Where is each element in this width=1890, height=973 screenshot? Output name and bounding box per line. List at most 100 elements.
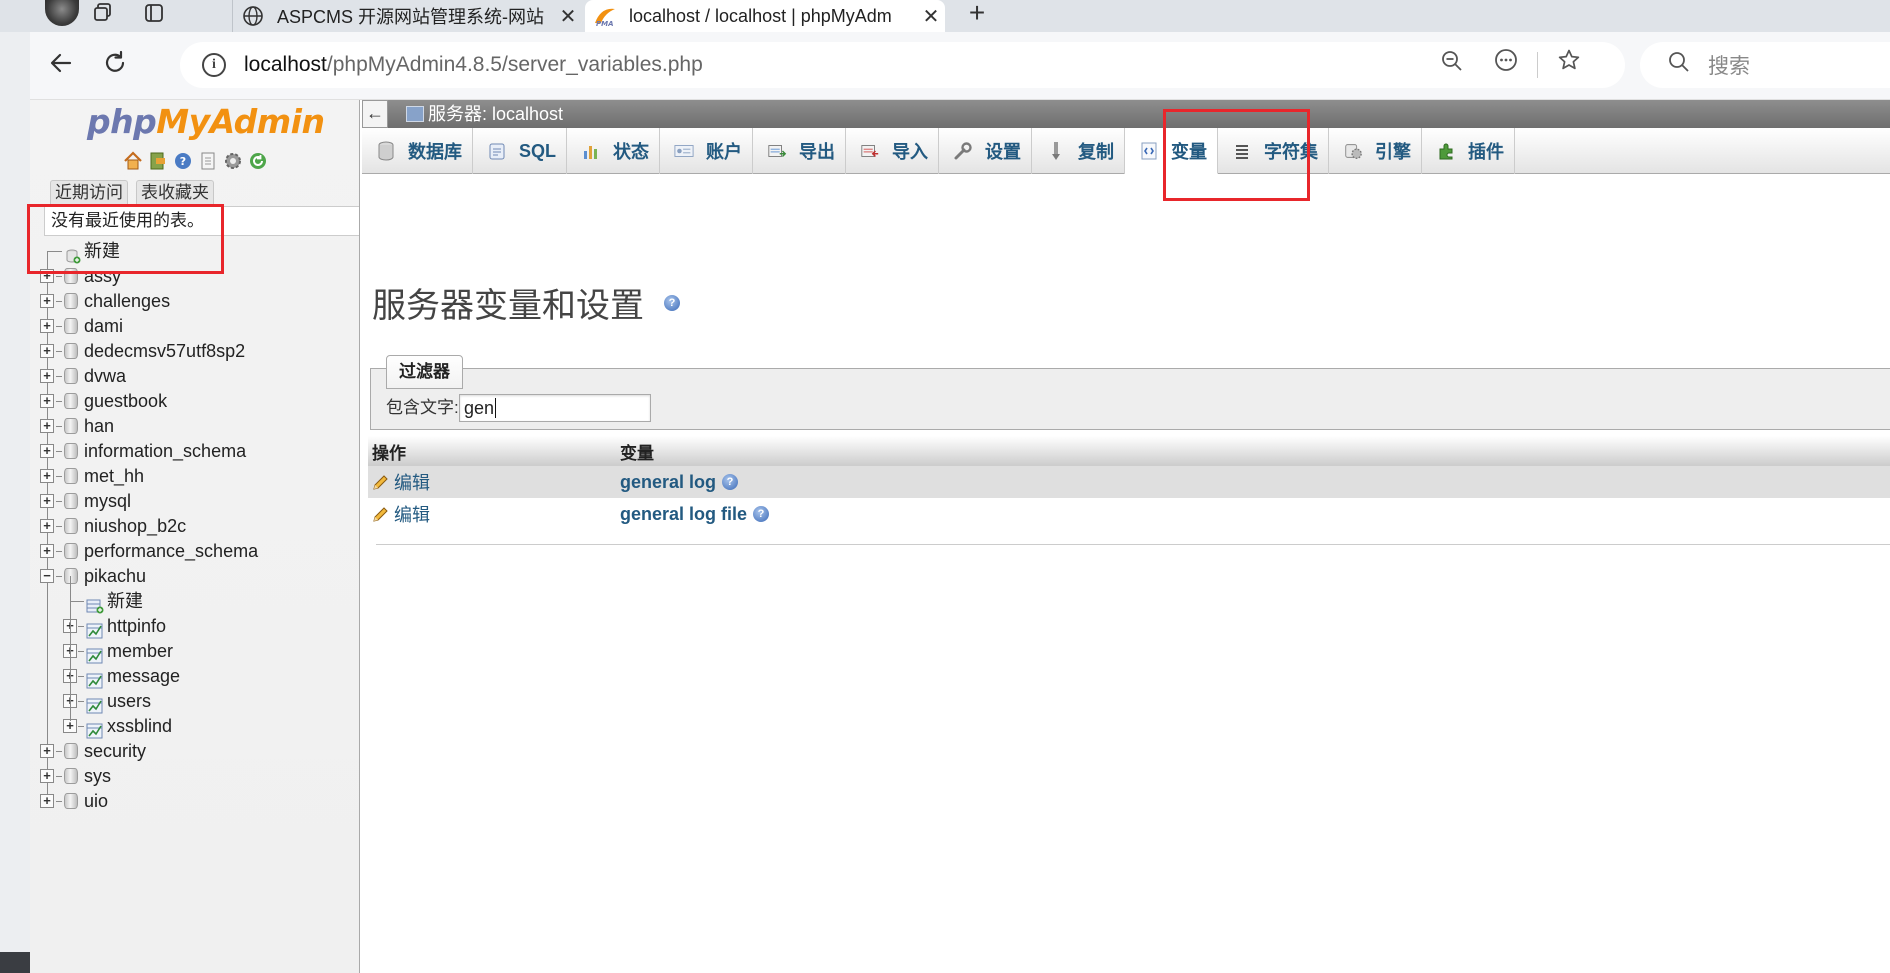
tab-replication[interactable]: 复制 [1032,128,1126,174]
phpmyadmin-logo[interactable]: phpMyAdmin [87,100,325,144]
expand-plus-icon[interactable]: + [40,469,54,483]
favorite-star-icon[interactable] [1549,48,1589,82]
expand-plus-icon[interactable]: + [40,344,54,358]
tab-favorites[interactable]: 表收藏夹 [136,180,214,206]
tab-recent[interactable]: 近期访问 [50,180,128,206]
tab-database[interactable]: 数据库 [362,128,473,174]
expand-plus-icon[interactable]: + [40,519,54,533]
menu-label: 账户 [706,142,743,162]
refresh-icon[interactable] [98,50,132,84]
tree-connector [56,276,62,277]
tab-sql[interactable]: SQL [473,128,568,174]
tree-connector [70,601,84,602]
tab-title: ASPCMS 开源网站管理系统-网站 [277,7,545,27]
new-tab-icon[interactable]: + [960,0,994,28]
expand-plus-icon[interactable]: + [40,744,54,758]
tree-connector [56,801,62,802]
sql-icon [487,141,507,161]
action-cell: 编辑 [368,501,620,527]
expand-plus-icon[interactable]: + [40,369,54,383]
tab-phpmyadmin[interactable]: PMA localhost / localhost | phpMyAdm ✕ [585,0,945,32]
database-icon [64,418,78,434]
close-tab-icon[interactable]: ✕ [554,4,582,29]
expand-plus-icon[interactable]: + [40,794,54,808]
logout-icon[interactable] [147,150,169,172]
database-icon [64,743,78,759]
plugin-icon [1436,141,1456,161]
filter-legend: 过滤器 [386,355,463,389]
database-icon [64,493,78,509]
home-icon[interactable] [122,150,144,172]
tree-connector [78,701,84,702]
search-box[interactable]: 搜索 [1640,42,1890,88]
database-icon [64,768,78,784]
expand-plus-icon[interactable]: + [40,444,54,458]
header-variable[interactable]: 变量 [620,439,1890,464]
expand-plus-icon[interactable]: + [40,394,54,408]
menu-label: 导入 [892,142,929,162]
quick-links: ? [122,150,269,172]
collections-icon[interactable] [90,2,116,26]
tree-connector [56,501,62,502]
url-field[interactable]: i localhost/phpMyAdmin4.8.5/server_varia… [180,42,1625,88]
database-icon [376,141,396,161]
search-placeholder: 搜索 [1708,55,1750,78]
replication-icon [1046,141,1066,161]
more-options-icon[interactable] [1486,48,1526,82]
pencil-icon [372,505,390,523]
tab-status[interactable]: 状态 [567,128,661,174]
edit-link[interactable]: 编辑 [372,501,430,527]
expand-plus-icon[interactable]: + [40,294,54,308]
strip-dark [0,952,30,973]
tab-accounts[interactable]: 账户 [660,128,754,174]
variable-help-icon[interactable]: ? [753,506,770,522]
database-icon [64,393,78,409]
documentation-help-icon[interactable]: ? [664,294,680,311]
expand-plus-icon[interactable]: + [40,319,54,333]
header-action[interactable]: 操作 [368,439,620,464]
expand-plus-icon[interactable]: + [63,719,77,733]
main-content: ← 服务器: localhost 数据库 SQL 状态 账户 导出 导入 设置 复制 变量 字符集… [362,100,1890,973]
expand-plus-icon[interactable]: + [40,544,54,558]
collapse-minus-icon[interactable]: − [40,569,54,583]
menu-label: 状态 [613,142,650,162]
close-tab-icon[interactable]: ✕ [917,4,945,29]
back-arrow-icon[interactable] [44,50,78,84]
settings-gear-icon[interactable] [222,150,244,172]
reload-navigation-icon[interactable] [247,150,269,172]
zoom-out-icon[interactable] [1432,48,1472,82]
tree-connector [78,651,84,652]
site-info-icon[interactable]: i [202,53,226,77]
tab-aspcms[interactable]: ASPCMS 开源网站管理系统-网站 ✕ [232,0,582,32]
tab-export[interactable]: 导出 [753,128,847,174]
server-label: 服务器: localhost [428,104,564,124]
expand-plus-icon[interactable]: + [40,419,54,433]
expand-plus-icon[interactable]: + [40,769,54,783]
help-icon[interactable]: ? [172,150,194,172]
menu-label: SQL [519,140,557,161]
tree-connector [56,551,62,552]
address-bar: i localhost/phpMyAdmin4.8.5/server_varia… [30,32,1890,100]
tab-import[interactable]: 导入 [846,128,940,174]
tab-engine[interactable]: 引擎 [1329,128,1423,174]
collapse-navigation-arrow-icon[interactable]: ← [362,100,388,128]
expand-plus-icon[interactable]: + [40,494,54,508]
breadcrumb-server[interactable]: 服务器: localhost [406,100,563,128]
tree-item-label[interactable]: uio [84,786,108,816]
variable-name[interactable]: general log [620,472,716,493]
tree-item-db-uio[interactable]: + uio [40,786,359,816]
edit-link[interactable]: 编辑 [372,469,430,495]
table-row: 编辑 general log ? [368,466,1890,498]
tree-connector [56,526,62,527]
table-header: 操作 变量 [368,436,1890,466]
documentation-icon[interactable] [197,150,219,172]
variable-name[interactable]: general log file [620,504,747,525]
svg-text:PMA: PMA [596,20,614,27]
profile-avatar[interactable] [45,0,79,26]
filter-text-input[interactable]: gen [459,394,651,422]
tab-actions-icon[interactable] [141,2,167,26]
variable-help-icon[interactable]: ? [722,474,739,490]
tab-plugin[interactable]: 插件 [1422,128,1516,174]
database-icon [64,318,78,334]
tab-settings-wrench[interactable]: 设置 [939,128,1033,174]
